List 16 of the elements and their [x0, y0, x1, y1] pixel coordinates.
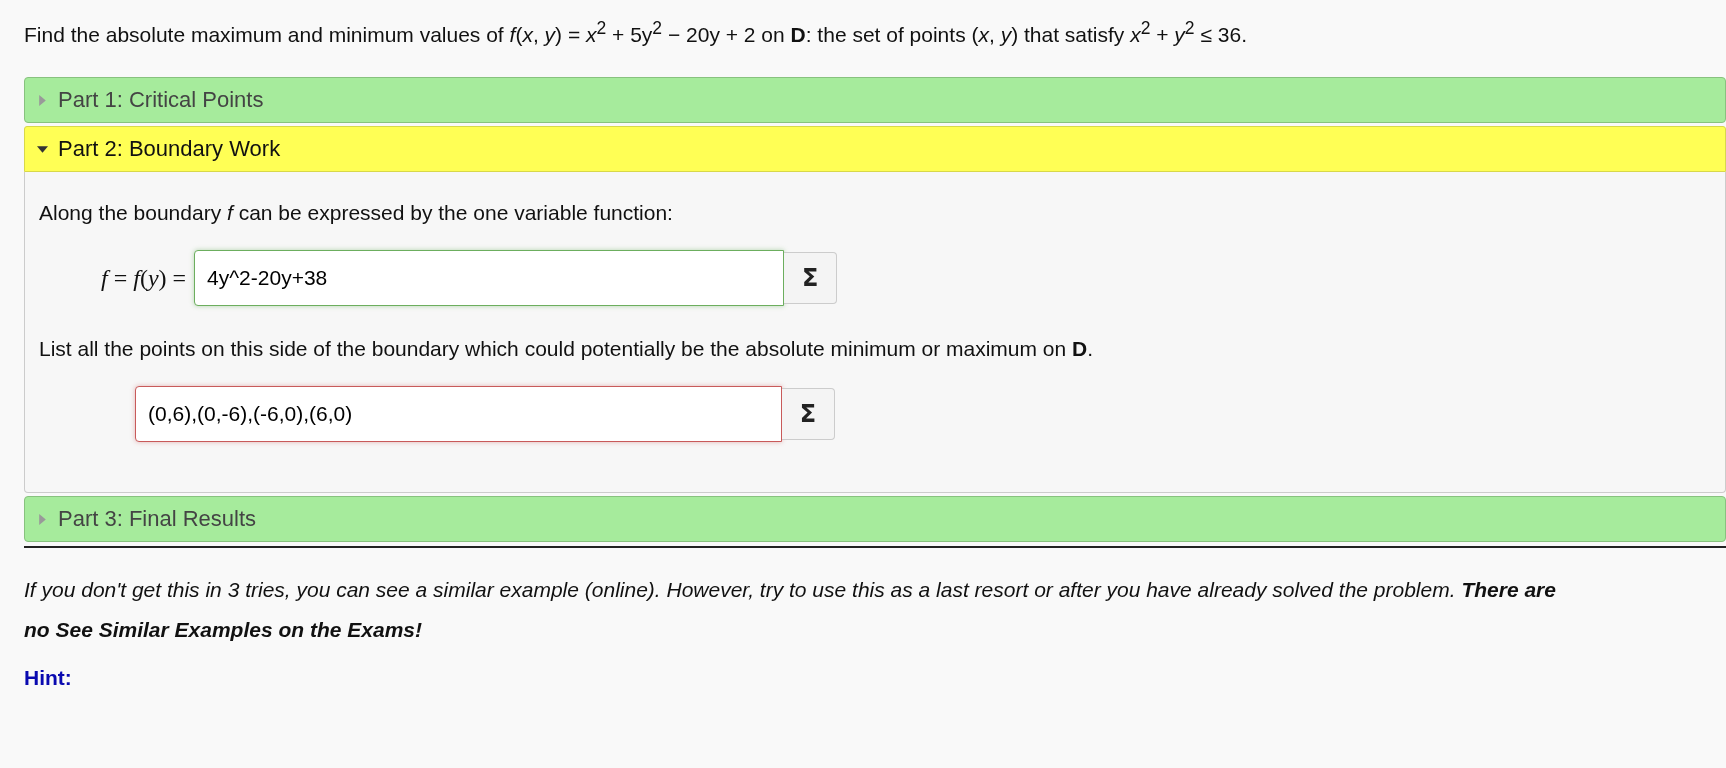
- caret-down-icon: [37, 143, 48, 155]
- prompt-text: Along the boundary f can be expressed by the one variable function:: [39, 200, 674, 226]
- note-text: If you don't get this in 3 tries, you can see a similar example (online). However, try to use this as a last resort or after you have already solved the problem. There are no See Similar Examples on the Exams!: [24, 577, 1557, 643]
- equation-editor-button[interactable]: Σ: [784, 252, 838, 304]
- caret-right-icon: [37, 94, 48, 106]
- formula-label: f = f(y) =: [101, 264, 187, 292]
- hint-link[interactable]: Hint:: [24, 666, 72, 689]
- part-header[interactable]: Part 2: Boundary Work: [24, 126, 1726, 172]
- part-header[interactable]: Part 1: Critical Points: [24, 77, 1726, 123]
- question-text: Find the absolute maximum and minimum values of f(x, y) = x$^{2}$ + 5y$^{2}$ − 20y + 2 on D: the set of points (x, y) that satisfy x$^{2}$ + y$^{2}$ ≤ 36.: [24, 17, 1248, 48]
- answer-field[interactable]: 4y^2-20y+38: [194, 250, 785, 306]
- equation-editor-button[interactable]: Σ: [782, 388, 835, 440]
- part-header[interactable]: Part 3: Final Results: [24, 496, 1726, 542]
- caret-right-icon: [37, 513, 48, 525]
- prompt-text: List all the points on this side of the boundary which could potentially be the absolute minimum or maximum on D.: [39, 336, 1095, 362]
- answer-field[interactable]: (0,6),(0,-6),(-6,0),(6,0): [135, 386, 782, 442]
